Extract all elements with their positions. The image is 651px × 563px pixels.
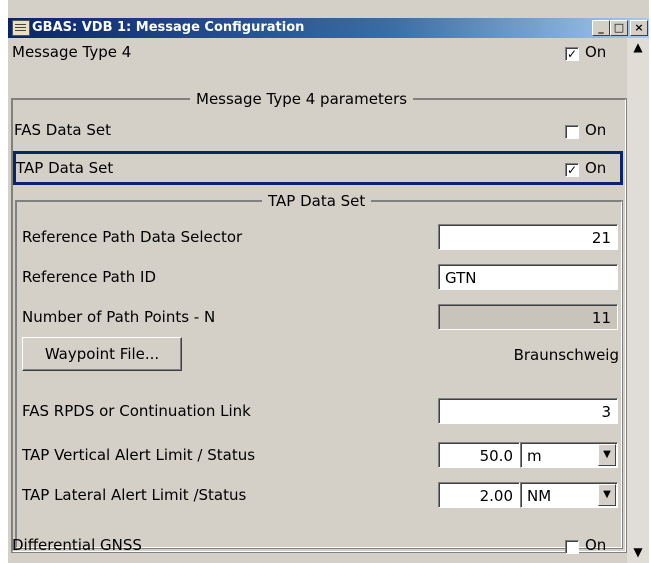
title-bar[interactable]: GBAS: VDB 1: Message Configuration _ □ × xyxy=(8,18,649,38)
message-type-4-checkbox[interactable]: ✓ xyxy=(565,47,579,61)
fas-data-set-checkbox[interactable] xyxy=(565,125,579,139)
tap-data-set-checkbox[interactable]: ✓ xyxy=(565,163,579,177)
window-title: GBAS: VDB 1: Message Configuration xyxy=(32,20,305,35)
maximize-button[interactable]: □ xyxy=(610,20,628,36)
tap-lateral-alert-limit-label: TAP Lateral Alert Limit /Status xyxy=(22,486,247,504)
tap-data-set-group-title: TAP Data Set xyxy=(262,192,372,210)
scroll-up-icon[interactable]: ▲ xyxy=(627,38,649,56)
message-type-4-label: Message Type 4 xyxy=(12,43,132,61)
settings-panel: Message Type 4 ✓ On Message Type 4 param… xyxy=(8,38,627,563)
tap-vertical-alert-limit-label: TAP Vertical Alert Limit / Status xyxy=(22,446,256,464)
reference-path-data-selector-input[interactable]: 21 xyxy=(438,224,618,250)
differential-gnss-label: Differential GNSS xyxy=(12,536,142,554)
waypoint-file-button[interactable]: Waypoint File... xyxy=(22,337,182,371)
scroll-down-icon[interactable]: ▼ xyxy=(627,543,649,561)
vertical-scrollbar[interactable]: ▲ ▼ xyxy=(627,38,649,563)
tap-data-set-on-label: On xyxy=(585,159,607,177)
differential-gnss-checkbox[interactable] xyxy=(565,540,579,554)
number-of-path-points-value: 11 xyxy=(438,304,618,330)
tap-vertical-alert-unit-value: m xyxy=(527,447,542,465)
window-icon xyxy=(12,20,30,36)
fas-rpds-input[interactable]: 3 xyxy=(438,398,618,424)
close-button[interactable]: × xyxy=(630,20,648,36)
number-of-path-points-label: Number of Path Points - N xyxy=(22,308,216,326)
tap-lateral-alert-unit-dropdown-icon[interactable]: ▼ xyxy=(598,484,616,506)
tap-data-set-label: TAP Data Set xyxy=(16,159,114,177)
reference-path-data-selector-label: Reference Path Data Selector xyxy=(22,228,243,246)
waypoint-file-name: Braunschweig xyxy=(513,346,619,364)
message-type-4-on-label: On xyxy=(585,43,607,61)
reference-path-id-input[interactable]: GTN xyxy=(438,264,618,290)
tap-lateral-alert-limit-input[interactable]: 2.00 xyxy=(438,482,520,508)
fas-rpds-label: FAS RPDS or Continuation Link xyxy=(22,402,251,420)
fas-data-set-label: FAS Data Set xyxy=(14,121,112,139)
tap-vertical-alert-unit-dropdown-icon[interactable]: ▼ xyxy=(598,444,616,466)
minimize-button[interactable]: _ xyxy=(592,20,610,36)
tap-vertical-alert-limit-input[interactable]: 50.0 xyxy=(438,442,520,468)
tap-lateral-alert-unit-value: NM xyxy=(527,487,552,505)
message-configuration-window: GBAS: VDB 1: Message Configuration _ □ ×… xyxy=(8,0,649,563)
differential-gnss-on-label: On xyxy=(585,536,607,554)
fas-data-set-on-label: On xyxy=(585,121,607,139)
reference-path-id-label: Reference Path ID xyxy=(22,268,156,286)
message-type-4-parameters-title: Message Type 4 parameters xyxy=(190,90,414,108)
